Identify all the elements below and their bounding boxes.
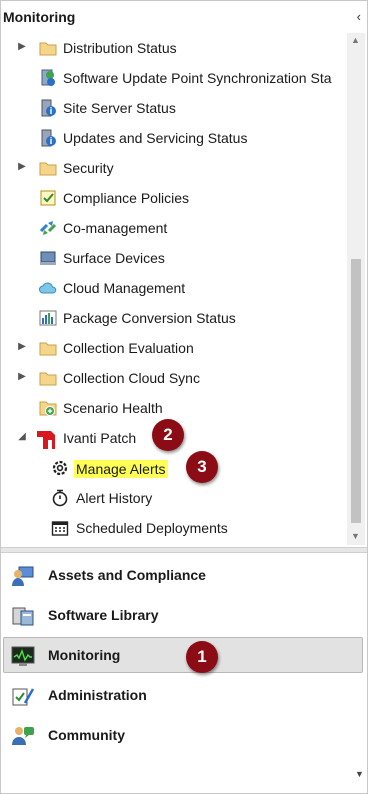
folder-icon <box>39 372 57 386</box>
expand-arrow-icon[interactable]: ▶ <box>17 41 27 52</box>
gear-icon <box>52 460 68 476</box>
chart-icon <box>39 310 57 326</box>
scroll-down-arrow-icon[interactable]: ▼ <box>351 531 360 541</box>
tree-item-alert-history[interactable]: Alert History <box>1 483 347 513</box>
tree-item-updates-servicing-status[interactable]: Updates and Servicing Status <box>1 123 347 153</box>
folder-icon <box>39 42 57 56</box>
co-management-icon <box>39 221 57 235</box>
tree-item-scheduled-deployments[interactable]: Scheduled Deployments <box>1 513 347 543</box>
tree-item-label: Collection Evaluation <box>63 340 194 356</box>
folder-icon <box>39 162 57 176</box>
expand-arrow-icon[interactable]: ▶ <box>17 341 27 352</box>
compliance-icon <box>40 190 56 206</box>
scroll-up-arrow-icon[interactable]: ▲ <box>351 35 360 45</box>
tree-item-package-conversion-status[interactable]: Package Conversion Status <box>1 303 347 333</box>
expand-arrow-icon[interactable]: ▶ <box>17 161 27 172</box>
tree-scrollbar[interactable]: ▲ ▼ <box>347 33 365 545</box>
ivanti-logo-icon <box>37 431 55 449</box>
workspace-community[interactable]: Community <box>1 716 367 754</box>
cloud-icon <box>39 282 57 294</box>
monitoring-icon <box>11 646 35 666</box>
tree-item-label: Compliance Policies <box>63 190 190 206</box>
callout-badge-1: 1 <box>186 641 218 673</box>
scrollbar-thumb[interactable] <box>351 259 361 523</box>
tree-item-label: Software Update Point Synchronization St… <box>63 70 332 86</box>
tree-item-label: Distribution Status <box>63 40 177 56</box>
surface-device-icon <box>40 251 56 265</box>
workspace-assets-and-compliance[interactable]: Assets and Compliance <box>1 556 367 594</box>
server-status-icon <box>41 99 56 117</box>
collapse-arrow-icon[interactable]: ◢ <box>17 431 27 442</box>
pane-splitter[interactable] <box>1 547 367 553</box>
workspace-label: Monitoring <box>48 647 121 663</box>
callout-badge-2: 2 <box>152 419 184 451</box>
tree-item-collection-evaluation[interactable]: ▶ Collection Evaluation <box>1 333 347 363</box>
tree-item-label: Security <box>63 160 114 176</box>
tree-item-compliance-policies[interactable]: Compliance Policies <box>1 183 347 213</box>
tree-item-label: Cloud Management <box>63 280 186 296</box>
collapse-pane-icon[interactable]: ‹ <box>357 9 361 24</box>
tree-item-label: Surface Devices <box>63 250 165 266</box>
pane-title: Monitoring <box>3 9 76 25</box>
tree-item-label: Ivanti Patch <box>63 430 137 446</box>
workspace-label: Assets and Compliance <box>48 567 206 583</box>
workspace-administration[interactable]: Administration <box>1 676 367 714</box>
tree-item-label: Collection Cloud Sync <box>63 370 200 386</box>
tree-item-label: Co-management <box>63 220 168 236</box>
sync-status-icon <box>41 69 55 86</box>
community-icon <box>12 727 34 745</box>
workspace-label: Community <box>48 727 125 743</box>
more-workspaces-arrow-icon[interactable]: ▼ <box>355 769 364 779</box>
tree-item-manage-alerts[interactable]: Manage Alerts <box>1 453 347 483</box>
tree-item-label: Manage Alerts <box>74 460 168 478</box>
callout-badge-3: 3 <box>186 451 218 483</box>
tree-item-label: Scenario Health <box>63 400 163 416</box>
tree-item-distribution-status[interactable]: ▶ Distribution Status <box>1 33 347 63</box>
tree-item-label: Site Server Status <box>63 100 176 116</box>
software-library-icon <box>12 607 34 626</box>
tree-item-sup-sync-status[interactable]: Software Update Point Synchronization St… <box>1 63 347 93</box>
administration-icon <box>12 688 35 706</box>
pane-header: Monitoring ‹ <box>1 1 367 33</box>
tree-item-surface-devices[interactable]: Surface Devices <box>1 243 347 273</box>
workspace-software-library[interactable]: Software Library <box>1 596 367 634</box>
navigation-pane: Monitoring ‹ ▶ Distribution Status Softw… <box>0 0 368 794</box>
calendar-icon <box>51 521 69 536</box>
tree-item-collection-cloud-sync[interactable]: ▶ Collection Cloud Sync <box>1 363 347 393</box>
tree-item-scenario-health[interactable]: Scenario Health <box>1 393 347 423</box>
tree-item-security[interactable]: ▶ Security <box>1 153 347 183</box>
assets-compliance-icon <box>12 566 34 586</box>
server-status-icon <box>41 129 56 147</box>
tree-item-site-server-status[interactable]: Site Server Status <box>1 93 347 123</box>
tree-item-label: Updates and Servicing Status <box>63 130 248 146</box>
tree-item-label: Scheduled Deployments <box>76 520 228 536</box>
stopwatch-icon <box>52 489 68 507</box>
scenario-health-icon <box>39 401 57 416</box>
workspace-monitoring[interactable]: Monitoring <box>1 636 367 674</box>
tree-item-label: Alert History <box>76 490 153 506</box>
tree-view: ▶ Distribution Status Software Update Po… <box>1 33 347 545</box>
tree-item-label: Package Conversion Status <box>63 310 236 326</box>
expand-arrow-icon[interactable]: ▶ <box>17 371 27 382</box>
folder-icon <box>39 342 57 356</box>
tree-item-cloud-management[interactable]: Cloud Management <box>1 273 347 303</box>
tree-item-co-management[interactable]: Co-management <box>1 213 347 243</box>
workspace-label: Administration <box>48 687 147 703</box>
workspace-label: Software Library <box>48 607 159 623</box>
